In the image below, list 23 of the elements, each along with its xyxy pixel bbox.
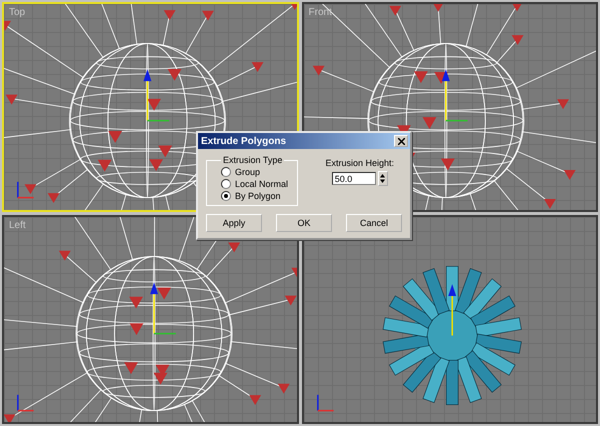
dialog-button[interactable]: Cancel [346,214,402,232]
radio-label: Group [235,167,260,177]
viewport-label: Left [9,220,26,230]
dialog-button[interactable]: OK [276,214,332,232]
dialog-button[interactable]: Apply [206,214,262,232]
viewport-label: Front [308,7,332,18]
radio-option[interactable]: Local Normal [221,179,289,189]
viewport-label: Top [9,7,26,18]
radio-option[interactable]: Group [221,167,289,177]
radio-button[interactable] [221,167,231,177]
radio-label: Local Normal [235,179,288,189]
close-icon [398,138,404,144]
dialog-title: Extrude Polygons [201,136,286,146]
spinner-button[interactable] [378,171,388,186]
group-title: Extrusion Type [222,155,284,165]
height-field[interactable]: 50.0 [332,172,376,185]
radio-label: By Polygon [235,191,281,201]
field-label: Extrusion Height: [325,158,394,168]
radio-button[interactable] [221,191,231,201]
up-down-arrows-icon [380,174,386,183]
close-button[interactable] [394,135,408,147]
radio-button[interactable] [221,179,231,189]
radio-option[interactable]: By Polygon [221,191,289,201]
